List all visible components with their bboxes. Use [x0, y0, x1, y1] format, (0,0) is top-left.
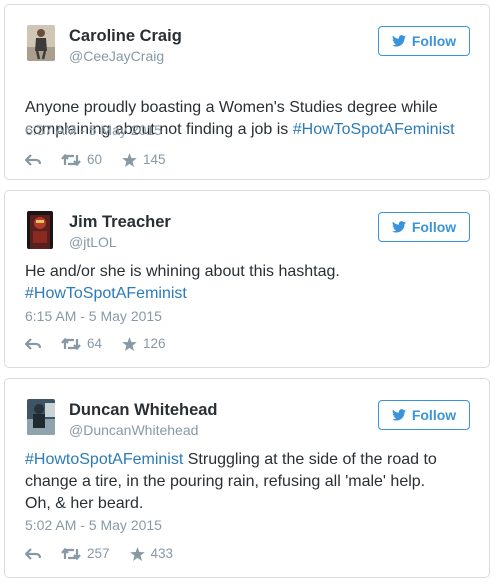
author-handle[interactable]: @CeeJayCraig [69, 48, 164, 64]
hashtag-link[interactable]: #HowtoSpotAFeminist [25, 451, 183, 468]
retweet-icon [61, 547, 81, 560]
reply-button[interactable] [25, 547, 41, 560]
retweet-icon [61, 337, 81, 350]
author-name[interactable]: Duncan Whitehead [69, 401, 218, 420]
follow-button[interactable]: Follow [378, 212, 470, 242]
favorite-button[interactable]: 126 [122, 336, 166, 351]
author-name[interactable]: Caroline Craig [69, 27, 182, 46]
reply-button[interactable] [25, 337, 41, 350]
author-name[interactable]: Jim Treacher [69, 213, 171, 232]
tweet-card: Caroline Craig @CeeJayCraig Follow Anyon… [4, 4, 490, 180]
avatar[interactable] [27, 25, 55, 61]
favorite-count: 145 [143, 152, 166, 167]
reply-icon [25, 337, 41, 350]
tweet-text: He and/or she is whining about this hash… [25, 261, 369, 305]
retweet-count: 64 [87, 336, 103, 351]
retweet-button[interactable]: 64 [61, 336, 102, 351]
tweet-card: Duncan Whitehead @DuncanWhitehead Follow… [4, 378, 490, 578]
action-bar: 60 145 [25, 152, 186, 167]
avatar[interactable] [27, 399, 55, 435]
tweet-text-body: He and/or she is whining about this hash… [25, 263, 340, 280]
favorite-count: 433 [150, 546, 174, 561]
tweet-text: #HowtoSpotAFeminist Struggling at the si… [25, 449, 439, 515]
bird-icon [391, 221, 406, 233]
avatar[interactable] [27, 211, 53, 249]
retweet-button[interactable]: 257 [61, 546, 110, 561]
author-handle[interactable]: @DuncanWhitehead [69, 422, 198, 438]
favorite-count: 126 [143, 336, 166, 351]
star-icon [122, 336, 137, 351]
action-bar: 257 433 [25, 546, 193, 561]
reply-icon [25, 547, 41, 560]
star-icon [122, 152, 137, 167]
author-handle[interactable]: @jtLOL [69, 234, 117, 250]
favorite-button[interactable]: 433 [129, 546, 174, 561]
bird-icon [391, 35, 406, 47]
reply-button[interactable] [25, 153, 41, 166]
follow-label: Follow [411, 219, 457, 235]
follow-label: Follow [411, 407, 457, 423]
follow-label: Follow [411, 33, 457, 49]
retweet-count: 60 [87, 152, 103, 167]
bird-icon [391, 409, 406, 421]
tweet-card: Jim Treacher @jtLOL Follow He and/or she… [4, 190, 490, 368]
timestamp[interactable]: 6:15 AM - 5 May 2015 [25, 308, 162, 324]
action-bar: 64 126 [25, 336, 186, 351]
star-icon [129, 546, 145, 561]
follow-button[interactable]: Follow [378, 26, 470, 56]
favorite-button[interactable]: 145 [122, 152, 166, 167]
hashtag-link[interactable]: #HowToSpotAFeminist [293, 121, 455, 138]
retweet-button[interactable]: 60 [61, 152, 102, 167]
follow-button[interactable]: Follow [378, 400, 470, 430]
timestamp[interactable]: 6:37 AM - 5 May 2015 [25, 122, 162, 138]
retweet-icon [61, 153, 81, 166]
timestamp[interactable]: 5:02 AM - 5 May 2015 [25, 517, 162, 533]
retweet-count: 257 [87, 546, 110, 561]
reply-icon [25, 153, 41, 166]
hashtag-link[interactable]: #HowToSpotAFeminist [25, 285, 187, 302]
